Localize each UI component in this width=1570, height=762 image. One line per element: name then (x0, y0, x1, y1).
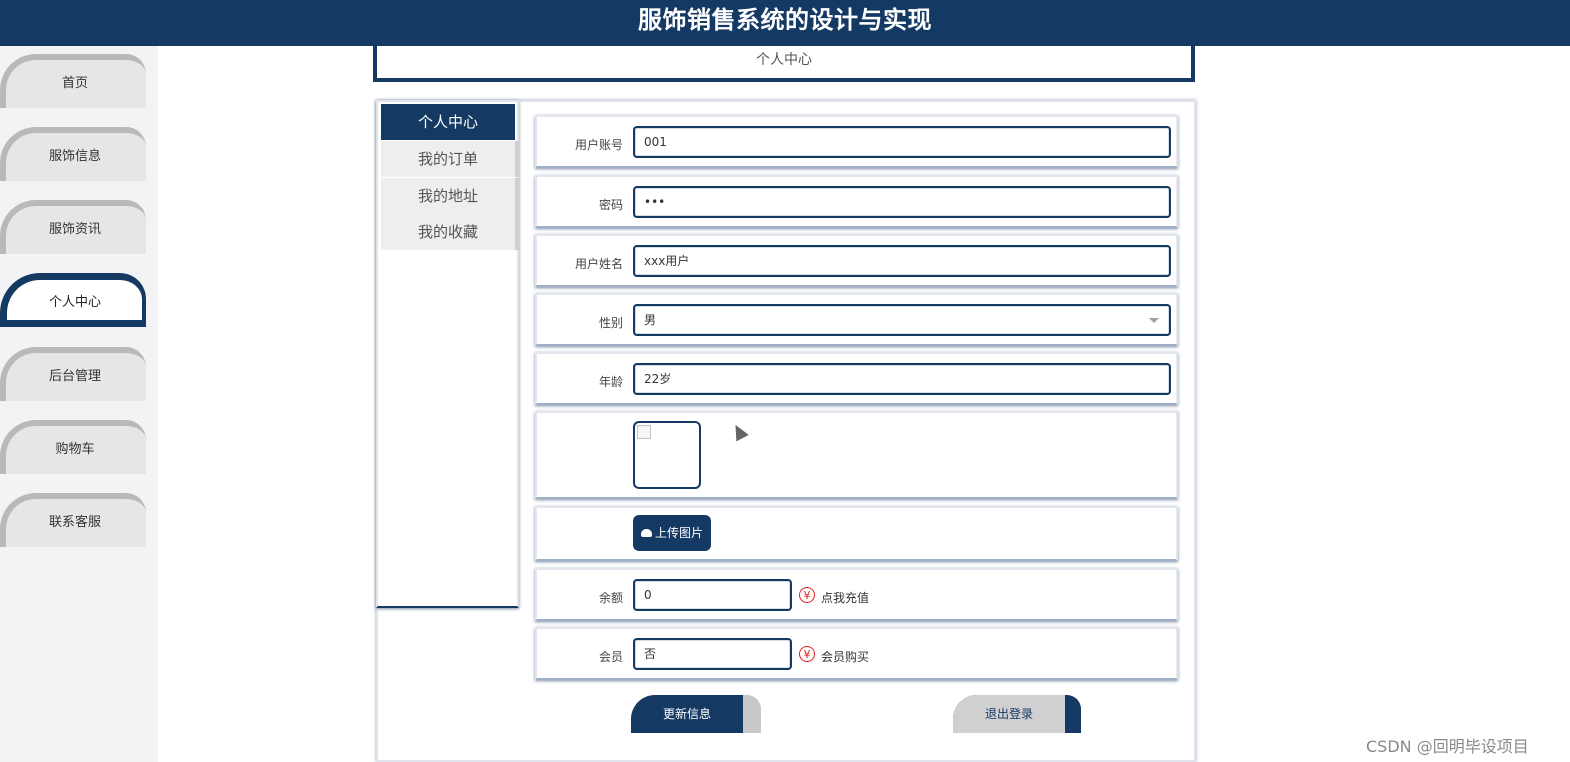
sidebar-item-label: 联系客服 (48, 515, 101, 530)
upload-image-button[interactable]: 上传图片 (633, 515, 711, 551)
member-input[interactable]: 否 (633, 638, 792, 670)
yen-icon: ¥ (799, 646, 815, 662)
sidebar-item-home[interactable]: 首页 (0, 54, 146, 108)
sidebar-item-personal-center[interactable]: 个人中心 (0, 273, 146, 327)
form-row-balance: 余额 0 ¥ 点我充值 (535, 568, 1178, 621)
watermark: CSDN @回明毕设项目 (1366, 737, 1529, 756)
form-row-name: 用户姓名 xxx用户 (535, 234, 1178, 287)
sidebar-item-label: 后台管理 (48, 369, 101, 384)
account-label: 用户账号 (574, 138, 623, 152)
member-label: 会员 (598, 650, 623, 664)
sidebar-item-admin[interactable]: 后台管理 (0, 347, 146, 401)
sidebar: 首页 服饰信息 服饰资讯 个人中心 后台管理 购物车 联系客服 (0, 46, 158, 762)
submenu-item-addresses[interactable]: 我的地址 (381, 178, 519, 214)
sidebar-item-label: 服饰信息 (48, 149, 101, 164)
logout-button[interactable]: 退出登录 (953, 695, 1081, 733)
update-info-button[interactable]: 更新信息 (631, 695, 761, 733)
sidebar-item-label: 服饰资讯 (48, 222, 101, 237)
submenu-item-favorites[interactable]: 我的收藏 (381, 214, 519, 250)
top-bar: 服饰销售系统的设计与实现 (0, 0, 1570, 46)
form-row-member: 会员 否 ¥ 会员购买 (535, 627, 1178, 680)
update-button-label: 更新信息 (631, 695, 743, 733)
sidebar-item-label: 首页 (61, 76, 88, 91)
sidebar-item-cart[interactable]: 购物车 (0, 420, 146, 474)
account-input[interactable]: 001 (633, 126, 1171, 158)
sidebar-item-clothing-info[interactable]: 服饰信息 (0, 127, 146, 181)
form-row-password: 密码 ••• (535, 175, 1178, 228)
form-row-upload: 上传图片 (535, 506, 1178, 561)
form-row-avatar (535, 411, 1178, 499)
age-input[interactable]: 22岁 (633, 363, 1171, 395)
yen-icon: ¥ (799, 587, 815, 603)
sidebar-item-customer-service[interactable]: 联系客服 (0, 493, 146, 547)
upload-button-label: 上传图片 (654, 526, 703, 540)
gender-value: 男 (644, 313, 657, 327)
balance-label: 余额 (598, 591, 623, 605)
name-label: 用户姓名 (574, 257, 623, 271)
age-label: 年龄 (598, 375, 623, 389)
buy-membership-link[interactable]: 会员购买 (821, 648, 869, 665)
form-row-account: 用户账号 001 (535, 115, 1178, 168)
page-header: 个人中心 (373, 46, 1195, 82)
avatar-image[interactable] (633, 421, 701, 489)
sidebar-item-clothing-news[interactable]: 服饰资讯 (0, 200, 146, 254)
sidebar-item-label: 购物车 (55, 442, 95, 457)
cloud-upload-icon (640, 528, 652, 537)
sidebar-item-label: 个人中心 (48, 295, 101, 310)
gender-label: 性别 (598, 316, 623, 330)
password-label: 密码 (598, 198, 623, 212)
form-row-gender: 性别 男 (535, 293, 1178, 346)
page-title: 个人中心 (756, 52, 812, 68)
recharge-link[interactable]: 点我充值 (821, 589, 869, 606)
broken-image-icon (637, 425, 651, 439)
logout-button-label: 退出登录 (953, 695, 1065, 733)
chevron-down-icon (1149, 318, 1159, 323)
password-input[interactable]: ••• (633, 186, 1171, 218)
form-row-age: 年龄 22岁 (535, 352, 1178, 405)
app-title: 服饰销售系统的设计与实现 (638, 6, 932, 34)
gender-select[interactable]: 男 (633, 304, 1171, 336)
balance-input[interactable]: 0 (633, 579, 792, 611)
submenu-item-personal-center[interactable]: 个人中心 (381, 104, 515, 140)
name-input[interactable]: xxx用户 (633, 245, 1171, 277)
submenu-item-orders[interactable]: 我的订单 (381, 141, 519, 177)
